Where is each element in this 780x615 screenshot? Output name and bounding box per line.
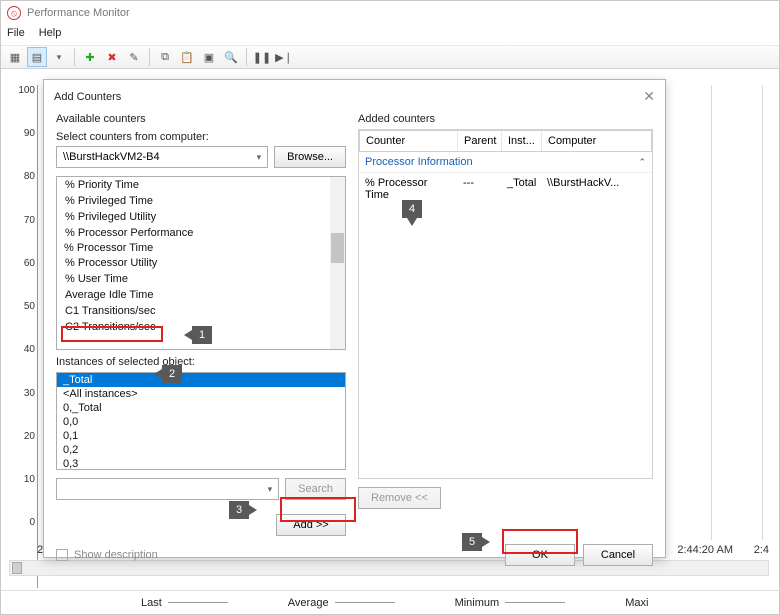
toolbar-dropdown-icon[interactable]: ▾	[49, 47, 69, 67]
dialog-title: Add Counters	[54, 91, 121, 103]
counter-item[interactable]: % Privileged Utility	[57, 209, 345, 225]
ok-button[interactable]: OK	[505, 544, 575, 566]
zoom-icon[interactable]: 🔍	[221, 47, 241, 67]
counter-item-processor-time[interactable]: % Processor Time	[57, 241, 345, 255]
select-computer-label: Select counters from computer:	[56, 131, 346, 143]
instance-item[interactable]: 0,_Total	[57, 401, 345, 415]
cancel-button[interactable]: Cancel	[583, 544, 653, 566]
added-counters-table: Counter Parent Inst... Computer Processo…	[358, 129, 653, 479]
callout-5: 5	[462, 533, 482, 551]
y-axis: 100 90 80 70 60 50 40 30 20 10 0	[7, 85, 37, 540]
perfmon-window: ⦸ Performance Monitor File Help ▦ ▤ ▾ ✚ …	[0, 0, 780, 615]
menu-file[interactable]: File	[7, 27, 25, 43]
copy-icon[interactable]: ⧉	[155, 47, 175, 67]
instances-listbox[interactable]: _Total <All instances> 0,_Total 0,0 0,1 …	[56, 372, 346, 470]
search-button[interactable]: Search	[285, 478, 346, 500]
chevron-down-icon: ▾	[257, 152, 262, 163]
instance-item[interactable]: 0,0	[57, 415, 345, 429]
add-counters-dialog: Add Counters ✕ Available counters Select…	[43, 79, 666, 558]
counter-item[interactable]: % Priority Time	[57, 177, 345, 193]
instance-filter-combo[interactable]: ▾	[56, 478, 279, 500]
instance-item[interactable]: <All instances>	[57, 387, 345, 401]
available-counters-label: Available counters	[56, 113, 346, 125]
table-header: Counter Parent Inst... Computer	[359, 130, 652, 152]
remove-button[interactable]: Remove <<	[358, 487, 441, 509]
app-icon: ⦸	[7, 6, 21, 20]
callout-4: 4	[402, 200, 422, 218]
paste-icon[interactable]: 📋	[177, 47, 197, 67]
collapse-icon: ⌃	[638, 157, 646, 168]
show-description-checkbox[interactable]: Show description	[56, 549, 158, 561]
counters-listbox[interactable]: % Priority Time % Privileged Time % Priv…	[56, 176, 346, 350]
toolbar-view-icon[interactable]: ▦	[5, 47, 25, 67]
callout-2: 2	[162, 365, 182, 383]
counter-item[interactable]: % Processor Performance	[57, 225, 345, 241]
close-icon[interactable]: ✕	[643, 88, 655, 105]
callout-3: 3	[229, 501, 249, 519]
instance-item[interactable]: 0,2	[57, 443, 345, 457]
browse-button[interactable]: Browse...	[274, 146, 346, 168]
instance-item[interactable]: 0,3	[57, 457, 345, 470]
instance-item-total[interactable]: _Total	[57, 373, 345, 387]
update-icon[interactable]: ▶❘	[274, 47, 294, 67]
toolbar-chart-icon[interactable]: ▤	[27, 47, 47, 67]
added-counters-label: Added counters	[358, 113, 653, 125]
chevron-down-icon: ▾	[268, 484, 273, 495]
instances-label: Instances of selected object:	[56, 356, 346, 368]
freeze-icon[interactable]: ❚❚	[252, 47, 272, 67]
statusbar: Last Average Minimum Maxi	[1, 590, 779, 614]
counter-group-row[interactable]: Processor Information ⌃	[359, 152, 652, 173]
delete-icon[interactable]: ✖	[102, 47, 122, 67]
computer-combo[interactable]: \\BurstHackVM2-B4 ▾	[56, 146, 268, 168]
instance-item[interactable]: 0,1	[57, 429, 345, 443]
counter-item[interactable]: Average Idle Time	[57, 287, 345, 303]
highlight-icon[interactable]: ✎	[124, 47, 144, 67]
titlebar: ⦸ Performance Monitor	[1, 1, 779, 25]
callout-1: 1	[192, 326, 212, 344]
counters-scrollbar[interactable]	[330, 177, 345, 349]
counter-item[interactable]: % User Time	[57, 271, 345, 287]
add-button[interactable]: Add >>	[276, 514, 346, 536]
counter-item[interactable]: C1 Transitions/sec	[57, 303, 345, 319]
toolbar: ▦ ▤ ▾ ✚ ✖ ✎ ⧉ 📋 ▣ 🔍 ❚❚ ▶❘	[1, 45, 779, 69]
counter-item[interactable]: % Processor Utility	[57, 255, 345, 271]
add-icon[interactable]: ✚	[80, 47, 100, 67]
window-title: Performance Monitor	[27, 7, 130, 19]
counter-item[interactable]: % Privileged Time	[57, 193, 345, 209]
menu-help[interactable]: Help	[39, 27, 62, 43]
menubar: File Help	[1, 25, 779, 45]
properties-icon[interactable]: ▣	[199, 47, 219, 67]
